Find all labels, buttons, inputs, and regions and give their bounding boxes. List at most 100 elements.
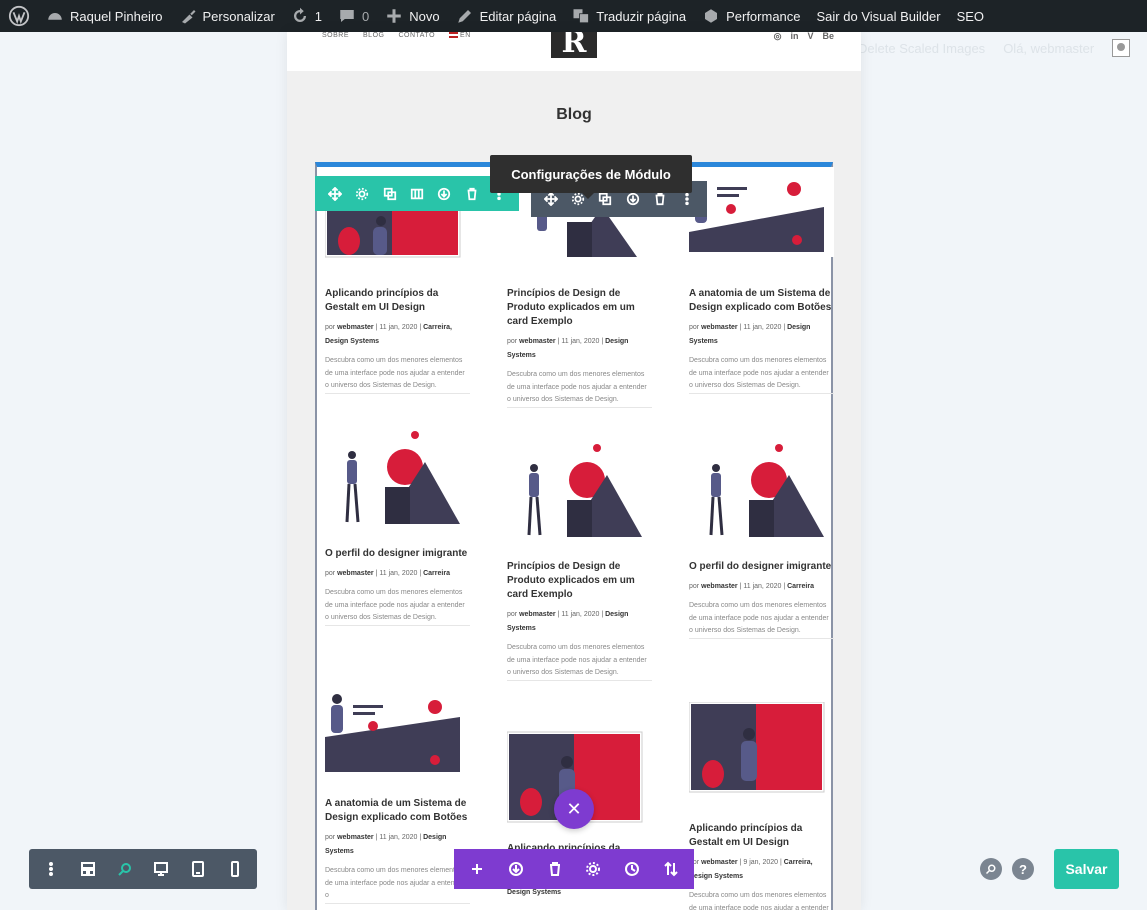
trash-icon[interactable] bbox=[543, 857, 567, 881]
history-icon[interactable] bbox=[620, 857, 644, 881]
save-button[interactable]: Salvar bbox=[1054, 849, 1119, 889]
post-author[interactable]: webmaster bbox=[337, 834, 374, 841]
post-author[interactable]: webmaster bbox=[701, 859, 738, 866]
post-title[interactable]: Aplicando princípios da Gestalt em UI De… bbox=[689, 822, 834, 850]
comments-count: 0 bbox=[362, 8, 370, 24]
post-thumbnail[interactable] bbox=[325, 427, 470, 537]
blog-card[interactable]: Aplicando princípios da Gestalt em UI De… bbox=[689, 702, 834, 910]
nav-language[interactable]: EN bbox=[449, 32, 471, 39]
post-meta: por webmaster | 11 jan, 2020 | Design Sy… bbox=[507, 338, 629, 359]
add-icon[interactable] bbox=[465, 857, 489, 881]
performance-menu[interactable]: Performance bbox=[694, 0, 808, 32]
exit-visual-builder[interactable]: Sair do Visual Builder bbox=[809, 0, 949, 32]
customize-menu[interactable]: Personalizar bbox=[171, 0, 283, 32]
translate-page-label: Traduzir página bbox=[596, 8, 687, 24]
background-admin-links: Delete Scaled Images Olá, webmaster bbox=[858, 39, 1131, 57]
post-title[interactable]: O perfil do designer imigrante bbox=[689, 560, 834, 574]
search-icon[interactable] bbox=[980, 858, 1002, 880]
blog-card[interactable]: A anatomia de um Sistema de Design expli… bbox=[325, 677, 470, 904]
post-thumbnail[interactable] bbox=[507, 440, 652, 550]
post-thumbnail[interactable] bbox=[689, 440, 834, 550]
save-to-library-icon[interactable] bbox=[435, 185, 453, 203]
post-thumbnail[interactable] bbox=[689, 167, 834, 277]
post-author[interactable]: webmaster bbox=[701, 324, 738, 331]
post-categories[interactable]: Design Systems bbox=[507, 889, 561, 896]
illustration-triangle bbox=[709, 444, 824, 537]
new-label: Novo bbox=[409, 8, 440, 24]
behance-icon[interactable]: Be bbox=[822, 32, 834, 42]
page-settings-bar bbox=[29, 849, 257, 889]
new-menu[interactable]: Novo bbox=[377, 0, 447, 32]
blog-card[interactable]: A anatomia de um Sistema de Design expli… bbox=[689, 167, 834, 394]
page-title: Blog bbox=[556, 106, 592, 123]
post-meta-by: por bbox=[325, 570, 336, 577]
exit-visual-builder-label: Sair do Visual Builder bbox=[816, 8, 941, 24]
post-author[interactable]: webmaster bbox=[519, 338, 556, 345]
post-excerpt: Descubra como um dos menores elementos d… bbox=[689, 602, 829, 634]
nav-contato[interactable]: CONTATO bbox=[398, 32, 435, 39]
post-excerpt: Descubra como um dos menores elementos d… bbox=[325, 867, 465, 899]
post-title[interactable]: A anatomia de um Sistema de Design expli… bbox=[689, 287, 834, 315]
post-title[interactable]: A anatomia de um Sistema de Design expli… bbox=[325, 797, 470, 825]
columns-icon[interactable] bbox=[408, 185, 426, 203]
tablet-view-icon[interactable] bbox=[186, 857, 210, 881]
post-thumbnail[interactable] bbox=[689, 702, 834, 812]
edit-page-menu[interactable]: Editar página bbox=[448, 0, 565, 32]
blog-card[interactable]: Princípios de Design de Produto explicad… bbox=[507, 440, 652, 681]
post-title[interactable]: Princípios de Design de Produto explicad… bbox=[507, 560, 652, 602]
post-thumbnail[interactable] bbox=[325, 677, 470, 787]
blog-card[interactable]: O perfil do designer imigrante por webma… bbox=[689, 440, 834, 639]
duplicate-icon[interactable] bbox=[381, 185, 399, 203]
linkedin-icon[interactable]: in bbox=[790, 32, 798, 42]
post-categories[interactable]: Carreira bbox=[423, 570, 450, 577]
performance-icon bbox=[705, 9, 718, 23]
vimeo-icon[interactable]: V bbox=[807, 32, 813, 42]
blog-card[interactable]: O perfil do designer imigrante por webma… bbox=[325, 427, 470, 626]
post-date: 11 jan, 2020 bbox=[379, 324, 418, 331]
post-categories[interactable]: Carreira bbox=[787, 583, 814, 590]
greeting-label: Olá, webmaster bbox=[1003, 40, 1095, 56]
post-author[interactable]: webmaster bbox=[337, 324, 374, 331]
settings-gear-icon[interactable] bbox=[353, 185, 371, 203]
zoom-view-icon[interactable] bbox=[113, 857, 137, 881]
post-title[interactable]: Aplicando princípios da Gestalt em UI De… bbox=[325, 287, 470, 315]
post-date: 11 jan, 2020 bbox=[561, 611, 600, 618]
desktop-view-icon[interactable] bbox=[149, 857, 173, 881]
post-meta: por webmaster | 11 jan, 2020 | Design Sy… bbox=[689, 324, 811, 345]
post-title[interactable]: Princípios de Design de Produto explicad… bbox=[507, 287, 652, 329]
settings-gear-icon[interactable] bbox=[581, 857, 605, 881]
post-meta: por webmaster | 11 jan, 2020 | Carreira bbox=[325, 570, 450, 577]
post-author[interactable]: webmaster bbox=[701, 583, 738, 590]
help-button[interactable]: ? bbox=[1012, 858, 1034, 880]
post-date: 11 jan, 2020 bbox=[379, 570, 418, 577]
post-title[interactable]: O perfil do designer imigrante bbox=[325, 547, 470, 561]
wireframe-view-icon[interactable] bbox=[76, 857, 100, 881]
nav-blog[interactable]: BLOG bbox=[363, 32, 384, 39]
wordpress-logo-icon[interactable] bbox=[0, 0, 38, 32]
post-date: 11 jan, 2020 bbox=[743, 583, 782, 590]
post-author[interactable]: webmaster bbox=[519, 611, 556, 618]
updates-menu[interactable]: 1 bbox=[283, 0, 330, 32]
site-name-menu[interactable]: Raquel Pinheiro bbox=[38, 0, 171, 32]
close-builder-button[interactable]: ✕ bbox=[554, 789, 594, 829]
post-meta-by: por bbox=[689, 583, 700, 590]
site-header: SOBRE BLOG CONTATO EN R ◎ in V Be bbox=[287, 32, 861, 71]
nav-sobre[interactable]: SOBRE bbox=[322, 32, 349, 39]
load-from-library-icon[interactable] bbox=[504, 857, 528, 881]
portability-icon[interactable] bbox=[659, 857, 683, 881]
admin-bar: Raquel Pinheiro Personalizar 1 0 Novo Ed… bbox=[0, 0, 1147, 32]
page-menu-icon[interactable] bbox=[39, 857, 63, 881]
site-logo[interactable]: R bbox=[551, 32, 597, 60]
comments-menu[interactable]: 0 bbox=[330, 0, 377, 32]
trash-icon[interactable] bbox=[463, 185, 481, 203]
translate-page-menu[interactable]: Traduzir página bbox=[564, 0, 694, 32]
instagram-icon[interactable]: ◎ bbox=[774, 32, 782, 42]
section-toolbar bbox=[454, 849, 694, 889]
phone-view-icon[interactable] bbox=[223, 857, 247, 881]
social-links: ◎ in V Be bbox=[774, 32, 834, 42]
post-date: 9 jan, 2020 bbox=[743, 859, 779, 866]
move-icon[interactable] bbox=[326, 185, 344, 203]
post-author[interactable]: webmaster bbox=[337, 570, 374, 577]
seo-menu[interactable]: SEO bbox=[949, 0, 992, 32]
seo-label: SEO bbox=[956, 8, 985, 24]
